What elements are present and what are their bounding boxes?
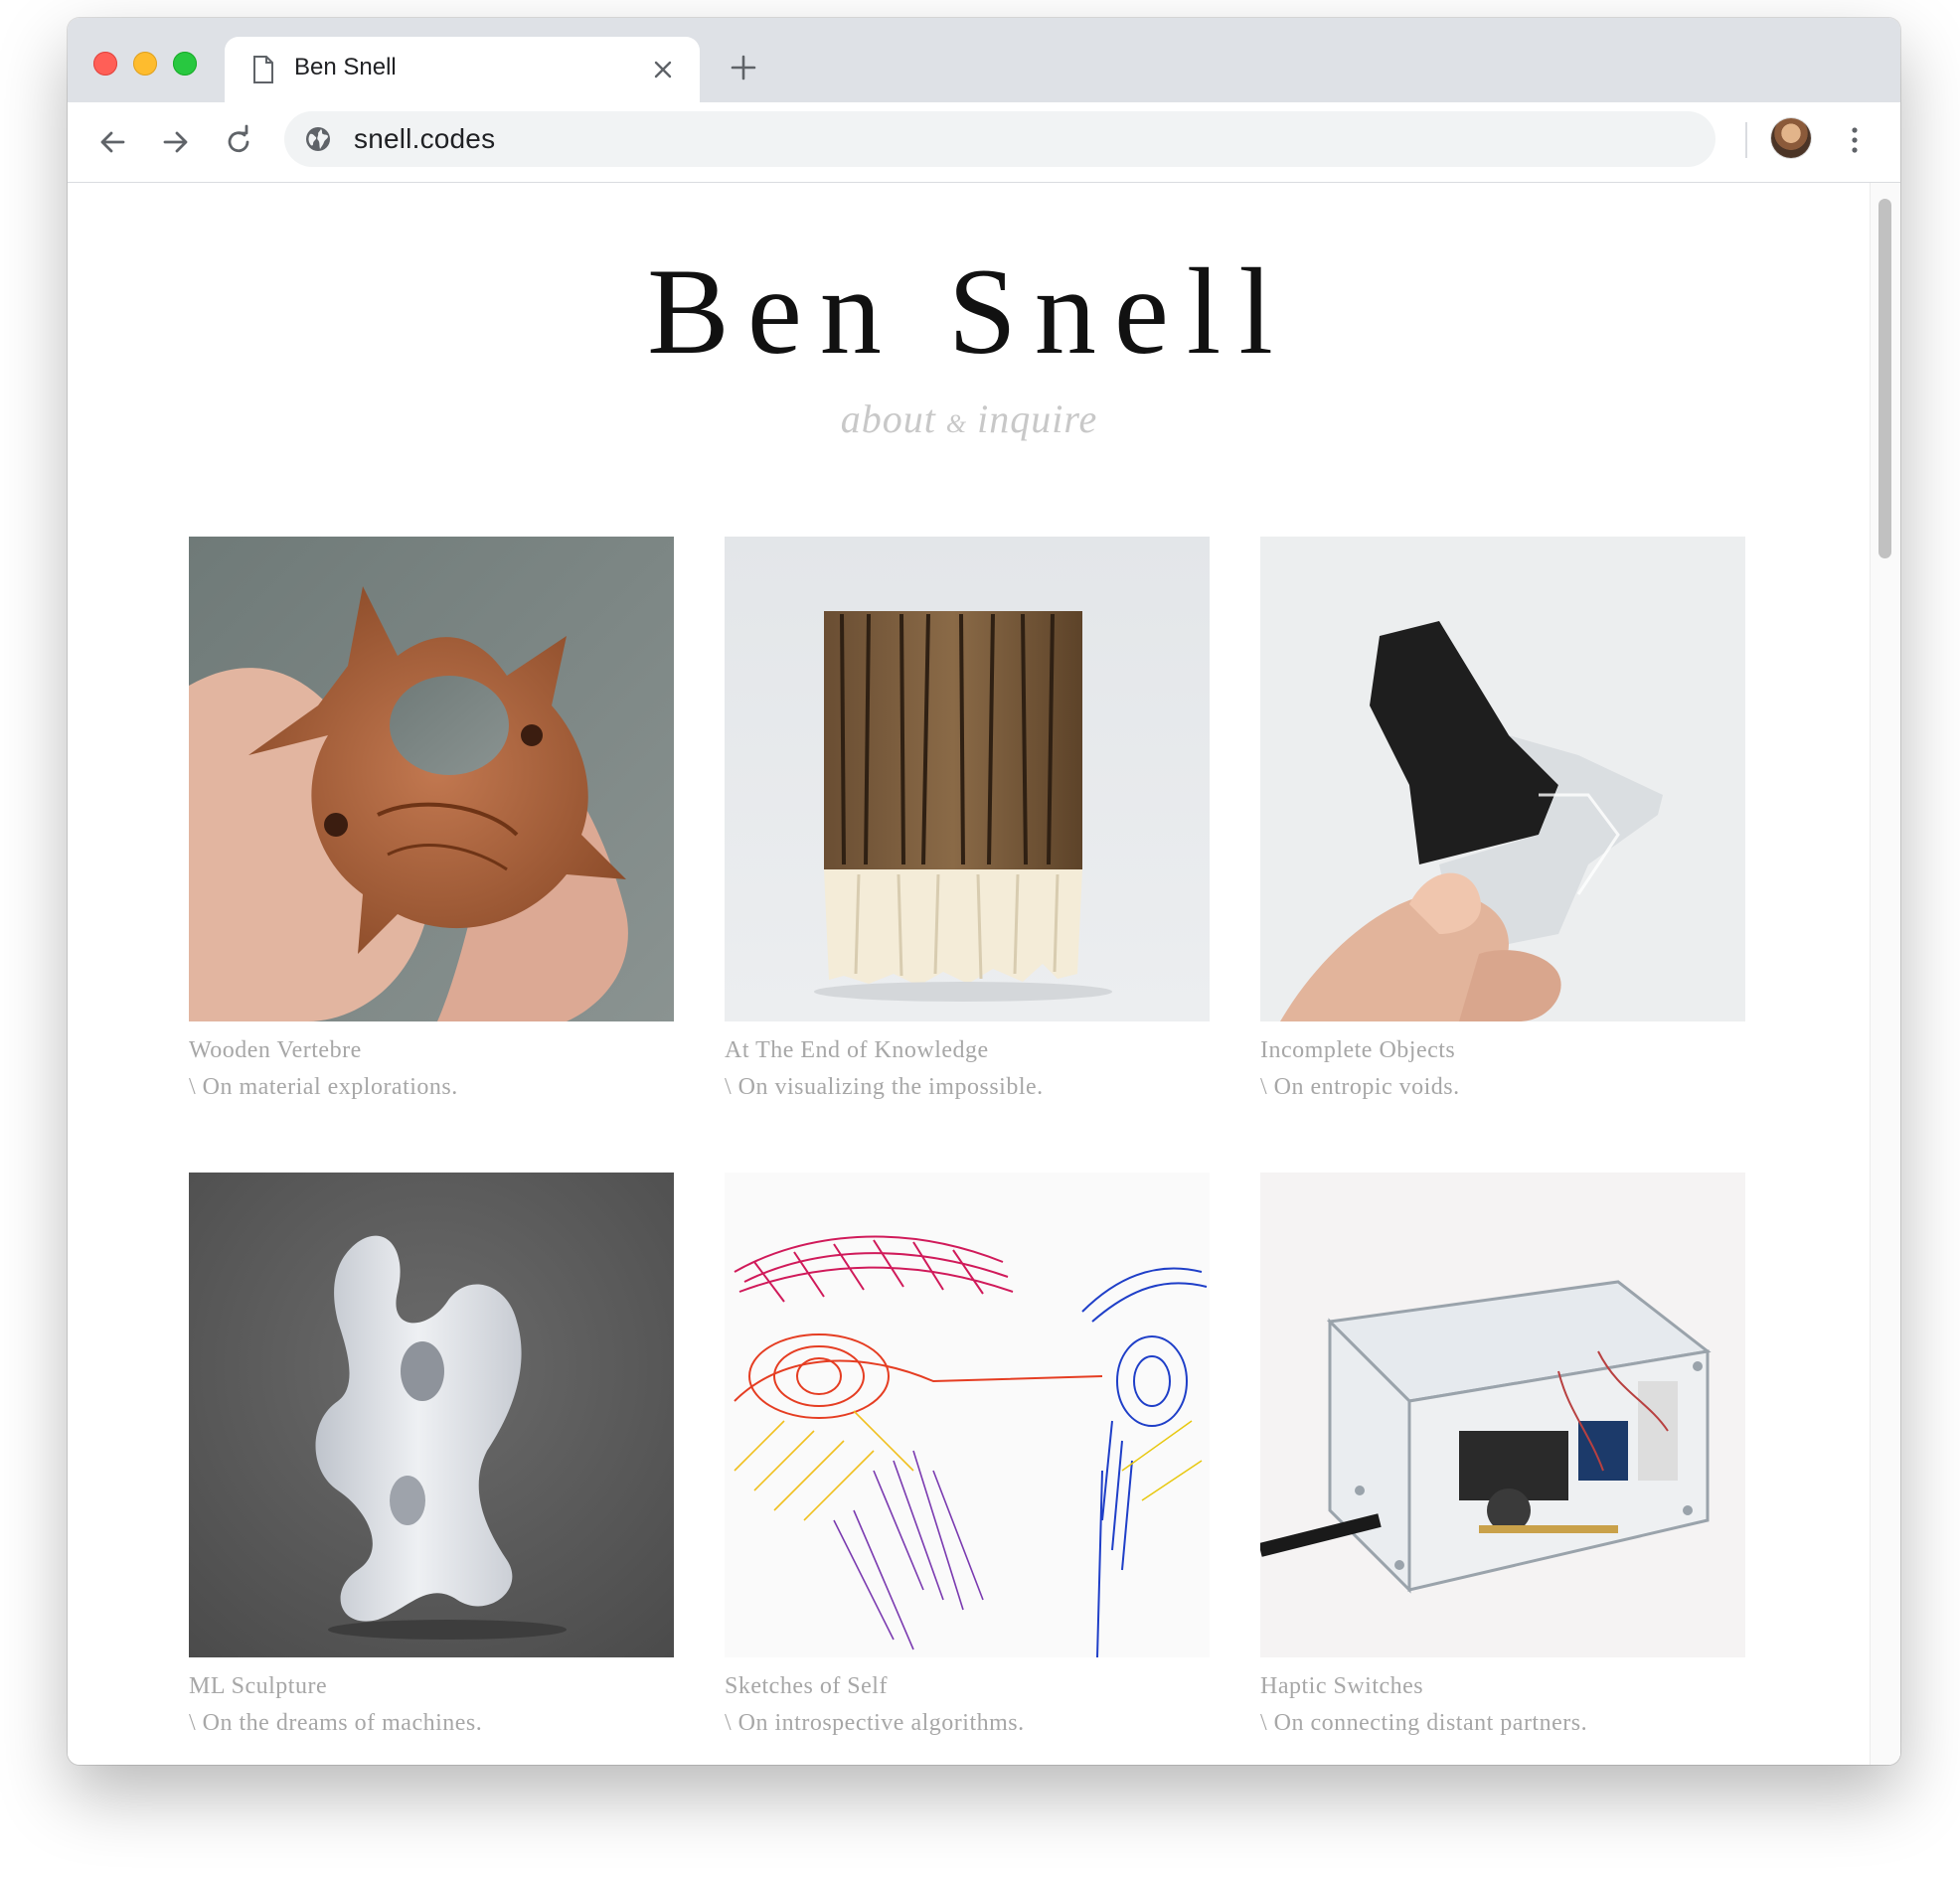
project-image-wooden-vertebre[interactable] [189, 537, 674, 1021]
document-icon [253, 56, 273, 83]
project-image-sketches-of-self[interactable] [725, 1173, 1210, 1657]
project-title[interactable]: ML Sculpture [189, 1673, 674, 1700]
globe-icon [306, 127, 330, 151]
close-icon[interactable] [652, 59, 674, 80]
window-close-button[interactable] [93, 52, 117, 76]
project-title[interactable]: Sketches of Self [725, 1673, 1210, 1700]
tab-strip: Ben Snell [68, 18, 1900, 102]
ampersand: & [945, 409, 968, 438]
project-card-wooden-vertebre[interactable]: Wooden Vertebre \ On material exploratio… [189, 537, 674, 1101]
wooden-vertebre-image [189, 537, 674, 1021]
project-card-haptic-switches[interactable]: Haptic Switches \ On connecting distant … [1260, 1173, 1745, 1737]
about-link[interactable]: about [841, 396, 936, 441]
about-inquire-nav: about & inquire [68, 395, 1871, 442]
project-card-sketches-of-self[interactable]: Sketches of Self \ On introspective algo… [725, 1173, 1210, 1737]
incomplete-objects-image [1260, 537, 1745, 1021]
haptic-switches-image [1260, 1173, 1745, 1657]
more-vertical-icon[interactable] [1845, 120, 1865, 160]
project-title[interactable]: Haptic Switches [1260, 1673, 1745, 1700]
arrow-right-icon[interactable] [155, 122, 195, 162]
project-title[interactable]: Incomplete Objects [1260, 1037, 1745, 1064]
project-description: \ On introspective algorithms. [725, 1710, 1025, 1736]
ml-sculpture-image [189, 1173, 674, 1657]
project-title[interactable]: At The End of Knowledge [725, 1037, 1210, 1064]
url-text: snell.codes [354, 123, 496, 154]
project-image-haptic-switches[interactable] [1260, 1173, 1745, 1657]
sketches-of-self-image [725, 1173, 1210, 1657]
project-description: \ On entropic voids. [1260, 1074, 1460, 1100]
at-the-end-of-knowledge-image [725, 537, 1210, 1021]
project-description: \ On the dreams of machines. [189, 1710, 483, 1736]
project-description: \ On connecting distant partners. [1260, 1710, 1588, 1736]
tab-title: Ben Snell [294, 54, 397, 80]
project-card-ml-sculpture[interactable]: ML Sculpture \ On the dreams of machines… [189, 1173, 674, 1737]
project-image-at-the-end-of-knowledge[interactable] [725, 537, 1210, 1021]
reload-icon[interactable] [219, 122, 258, 162]
window-maximize-button[interactable] [173, 52, 197, 76]
site-title[interactable]: Ben Snell [68, 250, 1871, 374]
browser-toolbar: snell.codes [68, 102, 1900, 183]
profile-avatar[interactable] [1771, 118, 1811, 158]
address-bar[interactable]: snell.codes [284, 111, 1715, 167]
arrow-left-icon[interactable] [93, 122, 133, 162]
plus-icon[interactable] [730, 54, 757, 81]
project-description: \ On visualizing the impossible. [725, 1074, 1044, 1100]
scrollbar[interactable] [1870, 183, 1900, 1765]
browser-window: Ben Snell snell.codes Ben Snell about & … [68, 18, 1900, 1765]
project-image-ml-sculpture[interactable] [189, 1173, 674, 1657]
tab-ben-snell[interactable]: Ben Snell [225, 37, 700, 102]
project-image-incomplete-objects[interactable] [1260, 537, 1745, 1021]
window-minimize-button[interactable] [133, 52, 157, 76]
toolbar-divider [1745, 122, 1747, 158]
project-card-at-the-end-of-knowledge[interactable]: At The End of Knowledge \ On visualizing… [725, 537, 1210, 1101]
project-card-incomplete-objects[interactable]: Incomplete Objects \ On entropic voids. [1260, 537, 1745, 1101]
project-title[interactable]: Wooden Vertebre [189, 1037, 674, 1064]
project-description: \ On material explorations. [189, 1074, 458, 1100]
inquire-link[interactable]: inquire [977, 396, 1097, 441]
page-viewport: Ben Snell about & inquire Wooden Vertebr… [68, 183, 1900, 1765]
scrollbar-thumb[interactable] [1878, 199, 1891, 558]
